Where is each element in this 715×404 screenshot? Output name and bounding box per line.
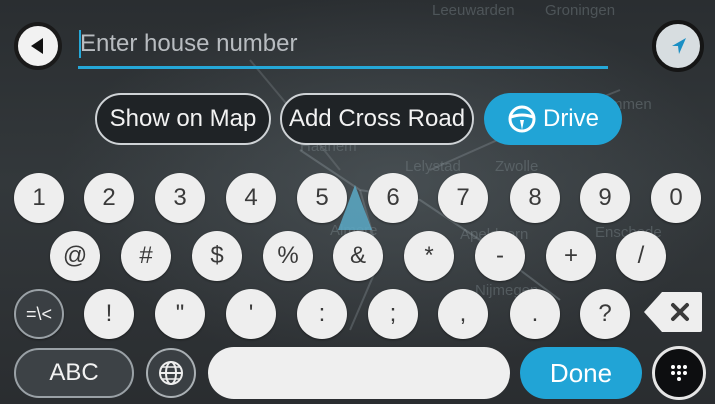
key-comma[interactable]: , <box>438 289 488 339</box>
key-label: 5 <box>315 184 329 211</box>
key-label: ? <box>598 300 612 327</box>
keyboard-icon <box>671 365 687 381</box>
back-arrow-icon <box>31 38 43 54</box>
abc-label: ABC <box>49 359 99 386</box>
backspace-icon <box>644 292 702 332</box>
done-label: Done <box>549 357 613 388</box>
key-period[interactable]: . <box>510 289 560 339</box>
back-button[interactable] <box>14 22 62 70</box>
key-dollar[interactable]: $ <box>192 231 242 281</box>
key-label: ! <box>105 300 113 327</box>
house-number-input[interactable] <box>78 24 608 64</box>
key-question[interactable]: ? <box>580 289 630 339</box>
map-label: Lelystad <box>405 158 461 175</box>
key-label: $ <box>210 242 224 269</box>
key-at[interactable]: @ <box>50 231 100 281</box>
key-slash[interactable]: / <box>616 231 666 281</box>
key-label: ' <box>248 300 254 327</box>
key-label: * <box>424 242 434 269</box>
space-key[interactable] <box>208 347 510 399</box>
key-label: 3 <box>173 184 187 211</box>
hide-keyboard-button[interactable] <box>652 346 706 400</box>
show-on-map-label: Show on Map <box>109 105 257 132</box>
search-field[interactable] <box>78 24 608 68</box>
key-label: % <box>277 242 299 269</box>
key-label: 7 <box>456 184 470 211</box>
key-label: / <box>637 242 645 269</box>
language-key[interactable] <box>146 348 196 398</box>
abc-key[interactable]: ABC <box>14 348 134 398</box>
text-cursor <box>79 30 81 58</box>
key-exclamation[interactable]: ! <box>84 289 134 339</box>
key-label: " <box>175 300 185 327</box>
key-apostrophe[interactable]: ' <box>226 289 276 339</box>
symbols-toggle-key[interactable]: =\< <box>14 289 64 339</box>
drive-label: Drive <box>542 105 599 132</box>
key-3[interactable]: 3 <box>155 173 205 223</box>
key-label: 0 <box>669 184 683 211</box>
key-hash[interactable]: # <box>121 231 171 281</box>
key-label: + <box>563 242 578 269</box>
key-label: =\< <box>25 303 53 324</box>
key-7[interactable]: 7 <box>438 173 488 223</box>
search-underline <box>78 66 608 69</box>
key-8[interactable]: 8 <box>510 173 560 223</box>
key-label: ; <box>389 300 397 327</box>
key-semicolon[interactable]: ; <box>368 289 418 339</box>
key-9[interactable]: 9 <box>580 173 630 223</box>
key-label: 2 <box>102 184 116 211</box>
key-label: 6 <box>386 184 400 211</box>
add-cross-road-button[interactable]: Add Cross Road <box>280 93 474 145</box>
key-label: & <box>349 242 366 269</box>
key-2[interactable]: 2 <box>84 173 134 223</box>
add-cross-road-label: Add Cross Road <box>288 105 466 132</box>
globe-icon <box>159 361 183 385</box>
key-1[interactable]: 1 <box>14 173 64 223</box>
key-label: - <box>496 242 504 269</box>
drive-button[interactable]: Drive <box>484 93 622 145</box>
key-label: 9 <box>598 184 612 211</box>
key-minus[interactable]: - <box>475 231 525 281</box>
key-0[interactable]: 0 <box>651 173 701 223</box>
key-label: @ <box>62 242 88 269</box>
key-percent[interactable]: % <box>263 231 313 281</box>
backspace-key[interactable] <box>642 288 704 336</box>
key-label: 1 <box>32 184 46 211</box>
key-asterisk[interactable]: * <box>404 231 454 281</box>
navigation-arrow-icon <box>672 38 686 54</box>
key-label: : <box>318 300 326 327</box>
key-double-quote[interactable]: " <box>155 289 205 339</box>
key-label: . <box>531 300 539 327</box>
key-plus[interactable]: + <box>546 231 596 281</box>
show-on-map-button[interactable]: Show on Map <box>95 93 271 145</box>
key-label: 8 <box>528 184 542 211</box>
key-colon[interactable]: : <box>297 289 347 339</box>
key-label: # <box>139 242 153 269</box>
done-button[interactable]: Done <box>520 347 642 399</box>
top-bar <box>0 0 715 88</box>
key-ampersand[interactable]: & <box>333 231 383 281</box>
key-label: , <box>459 300 467 327</box>
current-location-button[interactable] <box>652 20 704 72</box>
key-label: 4 <box>244 184 258 211</box>
key-6[interactable]: 6 <box>368 173 418 223</box>
app-screen: Leeuwarden Groningen Lelystad Zwolle Ape… <box>0 0 715 404</box>
key-5[interactable]: 5 <box>297 173 347 223</box>
key-4[interactable]: 4 <box>226 173 276 223</box>
steering-wheel-icon <box>507 104 537 134</box>
